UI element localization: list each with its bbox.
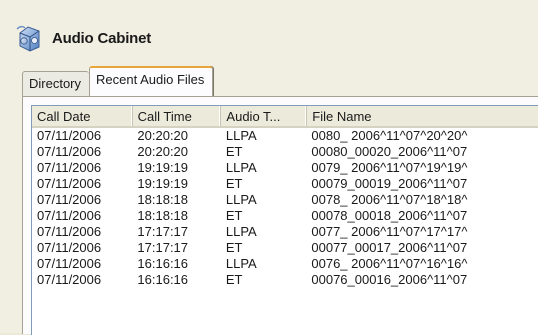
list-cell-file-name: 00077_00017_2006^11^07: [311, 240, 468, 255]
list-cell-audio-type: LLPA: [225, 160, 257, 175]
tab-directory[interactable]: Directory: [22, 71, 90, 96]
list-cell-audio-type: LLPA: [225, 128, 257, 143]
list-cell-call-date: 07/11/2006: [37, 128, 102, 143]
list-cell-call-time: 20:20:20: [137, 144, 189, 159]
list-cell-call-time: 17:17:17: [137, 224, 189, 239]
list-cell-call-time: 19:19:19: [137, 160, 189, 175]
table-row[interactable]: 07/11/2006 16:16:16 ET 00076_00016_2006^11^…: [32, 272, 538, 288]
list-cell-call-date: 07/11/2006: [37, 208, 102, 223]
list-cell-file-name: 00078_00018_2006^11^07: [311, 208, 468, 223]
list-cell-call-time: 19:19:19: [137, 176, 189, 191]
list-cell-file-name: 00079_00019_2006^11^07: [311, 176, 468, 191]
list-cell-call-date: 07/11/2006: [37, 192, 102, 207]
table-row[interactable]: 07/11/2006 18:18:18 ET 00078_00018_2006^11^…: [32, 208, 538, 224]
list-cell-file-name: 00080_00020_2006^11^07: [311, 144, 468, 159]
column-header-audio-type[interactable]: Audio T...: [221, 106, 308, 126]
tab-strip: Directory Recent Audio Files: [22, 66, 214, 96]
list-cell-call-time: 20:20:20: [137, 128, 189, 143]
list-cell-audio-type: ET: [225, 272, 243, 287]
list-cell-call-date: 07/11/2006: [37, 256, 102, 271]
list-cell-file-name: 0079_ 2006^11^07^19^19^: [311, 160, 468, 175]
table-row[interactable]: 07/11/2006 19:19:19 ET 00079_00019_2006^11^…: [32, 176, 538, 192]
list-cell-call-time: 18:18:18: [137, 192, 189, 207]
list-cell-audio-type: ET: [225, 176, 243, 191]
table-row[interactable]: 07/11/2006 18:18:18 LLPA 0078_ 2006^11^07^1…: [32, 192, 538, 208]
tab-panel: Call Date Call Time Audio T... File Name…: [22, 96, 538, 335]
list-cell-audio-type: ET: [225, 208, 243, 223]
list-cell-call-time: 17:17:17: [137, 240, 189, 255]
list-cell-file-name: 0080_ 2006^11^07^20^20^: [311, 128, 468, 143]
table-row[interactable]: 07/11/2006 16:16:16 LLPA 0076_ 2006^11^07^1…: [32, 256, 538, 272]
app-header: Audio Cabinet: [14, 18, 151, 58]
list-cell-call-time: 16:16:16: [137, 256, 189, 271]
table-row[interactable]: 07/11/2006 17:17:17 ET 00077_00017_2006^11^…: [32, 240, 538, 256]
list-cell-audio-type: LLPA: [225, 192, 257, 207]
audio-files-list[interactable]: Call Date Call Time Audio T... File Name…: [31, 105, 538, 335]
list-cell-file-name: 0076_ 2006^11^07^16^16^: [311, 256, 468, 271]
list-cell-file-name: 0077_ 2006^11^07^17^17^: [311, 224, 468, 239]
list-cell-call-time: 18:18:18: [137, 208, 189, 223]
list-cell-call-date: 07/11/2006: [37, 224, 102, 239]
app-title: Audio Cabinet: [52, 29, 152, 47]
column-header-file-name[interactable]: File Name: [307, 106, 538, 126]
table-row[interactable]: 07/11/2006 17:17:17 LLPA 0077_ 2006^11^07^1…: [32, 224, 538, 240]
list-cell-audio-type: ET: [225, 144, 243, 159]
list-cell-audio-type: LLPA: [225, 224, 257, 239]
list-cell-file-name: 00076_00016_2006^11^07: [311, 272, 468, 287]
list-cell-audio-type: LLPA: [225, 256, 257, 271]
list-cell-call-date: 07/11/2006: [37, 272, 102, 287]
list-rows: 07/11/2006 20:20:20 LLPA 0080_ 2006^11^07^2…: [32, 128, 538, 288]
table-row[interactable]: 07/11/2006 20:20:20 LLPA 0080_ 2006^11^07^2…: [32, 128, 538, 144]
tab-recent-audio-files[interactable]: Recent Audio Files: [89, 66, 214, 96]
list-cell-call-date: 07/11/2006: [37, 160, 102, 175]
list-header: Call Date Call Time Audio T... File Name: [32, 106, 538, 128]
list-cell-audio-type: ET: [225, 240, 243, 255]
list-cell-call-date: 07/11/2006: [37, 176, 102, 191]
table-row[interactable]: 07/11/2006 19:19:19 LLPA 0079_ 2006^11^07^1…: [32, 160, 538, 176]
column-header-call-date[interactable]: Call Date: [32, 106, 133, 126]
audio-cabinet-icon: [14, 23, 44, 53]
table-row[interactable]: 07/11/2006 20:20:20 ET 00080_00020_2006^11^…: [32, 144, 538, 160]
list-cell-call-date: 07/11/2006: [37, 144, 102, 159]
audio-cabinet-window: Audio Cabinet Directory Recent Audio Fil…: [0, 0, 538, 335]
list-cell-file-name: 0078_ 2006^11^07^18^18^: [311, 192, 468, 207]
list-cell-call-time: 16:16:16: [137, 272, 189, 287]
list-cell-call-date: 07/11/2006: [37, 240, 102, 255]
column-header-call-time[interactable]: Call Time: [133, 106, 222, 126]
